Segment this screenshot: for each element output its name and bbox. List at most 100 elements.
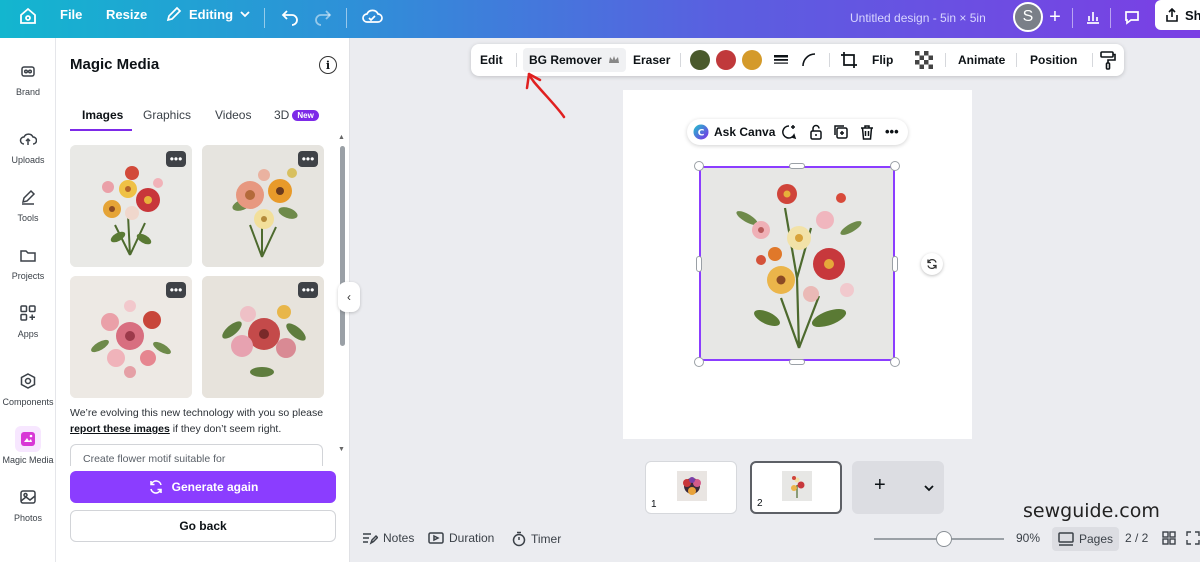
resize-handle-left[interactable] bbox=[696, 256, 702, 272]
page-thumbnail-1[interactable]: 1 bbox=[645, 461, 737, 514]
resize-menu[interactable]: Resize bbox=[106, 7, 147, 22]
redo-button[interactable] bbox=[313, 6, 333, 26]
generated-image[interactable]: ••• bbox=[70, 145, 192, 267]
selected-flower-image[interactable] bbox=[699, 166, 895, 361]
resize-handle-top-left[interactable] bbox=[694, 161, 704, 171]
home-button[interactable] bbox=[18, 6, 38, 26]
lock-icon[interactable] bbox=[808, 124, 824, 140]
file-menu[interactable]: File bbox=[60, 7, 82, 22]
add-page-button[interactable]: + bbox=[852, 461, 944, 514]
report-images-link[interactable]: report these images bbox=[70, 423, 170, 435]
insights-button[interactable] bbox=[1078, 2, 1108, 32]
rail-item-projects[interactable]: Projects bbox=[0, 242, 56, 281]
color-swatch-gold[interactable] bbox=[742, 50, 762, 70]
resize-label: Resize bbox=[106, 7, 148, 22]
tab-graphics[interactable]: Graphics bbox=[143, 108, 191, 122]
cloud-save-status[interactable] bbox=[361, 6, 383, 26]
trash-icon[interactable] bbox=[859, 124, 875, 140]
divider bbox=[346, 8, 347, 28]
rail-item-magic-media[interactable]: Magic Media bbox=[0, 426, 56, 465]
crop-icon bbox=[841, 52, 857, 68]
color-swatch-red[interactable] bbox=[716, 50, 736, 70]
undo-button[interactable] bbox=[280, 6, 300, 26]
crop-button[interactable] bbox=[840, 44, 858, 76]
resize-handle-right[interactable] bbox=[892, 256, 898, 272]
rail-item-uploads[interactable]: Uploads bbox=[0, 126, 56, 165]
page-thumbnail-2[interactable]: 2 bbox=[750, 461, 842, 514]
rail-item-tools[interactable]: Tools bbox=[0, 184, 56, 223]
transparency-button[interactable] bbox=[915, 44, 933, 76]
generate-again-label: Generate again bbox=[171, 480, 259, 494]
pages-button[interactable]: Pages bbox=[1052, 527, 1120, 551]
photo-icon bbox=[15, 484, 41, 510]
rail-label: Projects bbox=[11, 271, 45, 281]
zoom-slider-knob[interactable] bbox=[936, 531, 952, 547]
rotate-handle[interactable] bbox=[921, 253, 943, 275]
page-number: 2 bbox=[757, 498, 763, 509]
corner-rounding-button[interactable] bbox=[801, 44, 817, 76]
info-icon[interactable]: i bbox=[319, 56, 337, 74]
fullscreen-button[interactable] bbox=[1186, 531, 1200, 545]
zoom-level[interactable]: 90% bbox=[1016, 531, 1040, 545]
share-button[interactable]: Sh bbox=[1155, 0, 1200, 30]
copy-style-button[interactable] bbox=[1099, 44, 1117, 76]
resize-handle-top[interactable] bbox=[789, 163, 805, 169]
color-swatch-green[interactable] bbox=[690, 50, 710, 70]
editing-mode-button[interactable]: Editing bbox=[165, 5, 251, 23]
rail-item-photos[interactable]: Photos bbox=[0, 484, 56, 523]
border-style-button[interactable] bbox=[773, 44, 789, 76]
page-count-value: 2 / 2 bbox=[1125, 531, 1149, 545]
generated-image[interactable]: ••• bbox=[202, 276, 324, 398]
more-icon[interactable]: ••• bbox=[885, 124, 899, 139]
flip-button[interactable]: Flip bbox=[872, 44, 893, 76]
edit-button[interactable]: Edit bbox=[480, 44, 503, 76]
tab-3d[interactable]: 3D New bbox=[274, 108, 319, 122]
watermark-text: sewguide.com bbox=[1023, 500, 1160, 522]
grid-view-button[interactable] bbox=[1162, 531, 1176, 545]
duplicate-icon[interactable] bbox=[833, 124, 849, 140]
rail-item-brand[interactable]: Brand bbox=[0, 58, 56, 97]
comment-add-icon[interactable] bbox=[781, 124, 797, 140]
bg-remover-label: BG Remover bbox=[529, 53, 602, 67]
chevron-down-icon[interactable] bbox=[923, 483, 935, 493]
tab-3d-label: 3D bbox=[274, 108, 290, 122]
duration-button[interactable]: Duration bbox=[428, 531, 494, 545]
more-options-button[interactable]: ••• bbox=[298, 282, 318, 298]
eraser-button[interactable]: Eraser bbox=[633, 44, 670, 76]
rail-label: Photos bbox=[13, 513, 43, 523]
resize-handle-bottom[interactable] bbox=[789, 359, 805, 365]
notes-button[interactable]: Notes bbox=[362, 531, 414, 545]
animate-button[interactable]: Animate bbox=[958, 44, 1005, 76]
design-title[interactable]: Untitled design - 5in × 5in bbox=[850, 11, 986, 25]
position-button[interactable]: Position bbox=[1030, 44, 1077, 76]
more-options-button[interactable]: ••• bbox=[166, 151, 186, 167]
divider bbox=[945, 53, 946, 67]
tab-videos[interactable]: Videos bbox=[215, 108, 251, 122]
resize-handle-top-right[interactable] bbox=[890, 161, 900, 171]
timer-button[interactable]: Timer bbox=[512, 531, 561, 547]
generated-image[interactable]: ••• bbox=[202, 145, 324, 267]
pages-label: Pages bbox=[1079, 532, 1114, 546]
tab-images[interactable]: Images bbox=[82, 108, 123, 122]
collapse-panel-button[interactable]: ‹ bbox=[338, 282, 360, 312]
avatar[interactable]: S bbox=[1013, 2, 1043, 32]
resize-handle-bottom-right[interactable] bbox=[890, 357, 900, 367]
prompt-input[interactable]: Create flower motif suitable for bbox=[70, 444, 323, 466]
divider bbox=[1016, 53, 1017, 67]
comments-button[interactable] bbox=[1117, 2, 1147, 32]
disclaimer-post: if they don’t seem right. bbox=[169, 423, 282, 435]
generated-image[interactable]: ••• bbox=[70, 276, 192, 398]
share-icon bbox=[1166, 8, 1178, 22]
rail-label: Brand bbox=[15, 87, 41, 97]
resize-handle-bottom-left[interactable] bbox=[694, 357, 704, 367]
more-options-button[interactable]: ••• bbox=[166, 282, 186, 298]
scroll-thumb[interactable] bbox=[340, 146, 345, 346]
rail-item-apps[interactable]: Apps bbox=[0, 300, 56, 339]
invite-button[interactable]: + bbox=[1040, 2, 1070, 32]
apps-icon bbox=[15, 300, 41, 326]
rail-item-components[interactable]: Components bbox=[0, 368, 56, 407]
ask-canva-button[interactable]: Ask Canva bbox=[714, 125, 775, 139]
generate-again-button[interactable]: Generate again bbox=[70, 471, 336, 503]
more-options-button[interactable]: ••• bbox=[298, 151, 318, 167]
go-back-button[interactable]: Go back bbox=[70, 510, 336, 542]
